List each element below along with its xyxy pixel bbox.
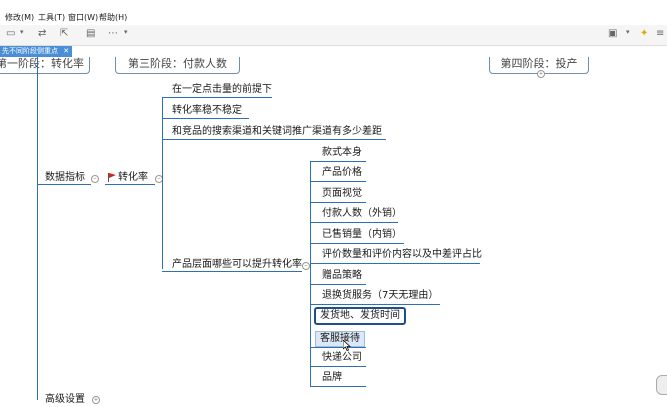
conversion-node[interactable]: 转化率	[118, 171, 148, 185]
item-underline	[310, 161, 366, 162]
item-underline	[310, 386, 366, 387]
product-item[interactable]: 已售销量（内销）	[322, 228, 402, 242]
branch-underline-1	[162, 97, 272, 98]
branch-node-1[interactable]: 在一定点击量的前提下	[172, 83, 272, 97]
conversion-branch-connector	[162, 97, 163, 269]
collapse-toggle-product[interactable]: −	[302, 262, 310, 270]
menu-modify[interactable]: 修改(M)	[5, 12, 34, 23]
branch-node-3[interactable]: 和竞品的搜索渠道和关键词推广渠道有多少差距	[172, 125, 382, 139]
item-underline	[310, 366, 366, 367]
branch-underline-3	[162, 139, 386, 140]
item-underline	[310, 243, 404, 244]
collapse-toggle-stage-3[interactable]: +	[537, 70, 545, 78]
product-item[interactable]: 产品价格	[322, 166, 362, 180]
product-item[interactable]: 品牌	[322, 371, 342, 385]
product-item[interactable]: 退换货服务（7天无理由）	[322, 289, 438, 303]
close-icon[interactable]: ✕	[63, 47, 69, 55]
item-underline	[310, 222, 398, 223]
branch-node-2[interactable]: 转化率稳不稳定	[172, 104, 242, 118]
item-underline	[310, 181, 366, 182]
product-item[interactable]: 评价数量和评价内容以及中差评占比	[322, 248, 482, 262]
document-tab[interactable]: 先不同阶段侧重点 ✕	[0, 46, 72, 57]
more-icon[interactable]: ⋯	[108, 28, 118, 39]
branch-underline-2	[162, 118, 249, 119]
menu-icon[interactable]: ≡	[656, 28, 664, 39]
menu-window[interactable]: 窗口(W)	[68, 12, 98, 23]
product-item[interactable]: 付款人数（外销）	[322, 207, 402, 221]
mindmap-canvas[interactable]: 第一阶段：转化率 第三阶段：付款人数 第四阶段：投产 + 数据指标 − 转化率 …	[0, 57, 667, 405]
dropdown-icon[interactable]: ▾	[20, 28, 24, 36]
refresh-icon[interactable]: ⇄	[38, 28, 46, 39]
tab-label: 先不同阶段侧重点	[2, 47, 58, 55]
conversion-underline	[105, 184, 155, 185]
product-branch-underline	[162, 271, 302, 272]
side-panel-toggle[interactable]	[656, 375, 667, 395]
root-underline	[37, 184, 91, 185]
cursor-icon	[343, 340, 351, 351]
toolbar: ▭ ▾ ⇄ ⇱ ▤ ⋯ ▾ ▣ ▾ ✦ ≡	[0, 25, 667, 46]
item-underline	[310, 202, 366, 203]
root-node[interactable]: 数据指标	[45, 171, 85, 185]
product-item-selected[interactable]: 发货地、发货时间	[314, 307, 406, 325]
product-branch-node[interactable]: 产品层面哪些可以提升转化率	[172, 258, 302, 272]
product-item[interactable]: 快递公司	[322, 351, 362, 365]
export-icon[interactable]: ⇱	[60, 28, 68, 39]
item-underline	[310, 284, 366, 285]
product-item-hovered[interactable]: 客服接待	[315, 331, 365, 347]
collapse-toggle-root[interactable]: −	[91, 175, 99, 183]
product-items-connector	[310, 161, 311, 387]
document-icon[interactable]: ▤	[86, 28, 95, 39]
bottom-node[interactable]: 高级设置	[45, 393, 85, 407]
presentation-icon[interactable]: ▣	[608, 28, 617, 39]
menu-help[interactable]: 帮助(H)	[99, 12, 127, 23]
product-item[interactable]: 页面视觉	[322, 187, 362, 201]
product-item[interactable]: 款式本身	[322, 146, 362, 160]
menu-bar: 修改(M) 工具(T) 窗口(W) 帮助(H)	[0, 0, 667, 25]
stage-node-1[interactable]: 第一阶段：转化率	[0, 57, 90, 74]
collapse-toggle-bottom[interactable]: +	[92, 396, 100, 404]
folder-icon[interactable]: ▭	[6, 28, 15, 39]
flag-icon	[108, 173, 116, 182]
product-item[interactable]: 赠品策略	[322, 269, 362, 283]
item-underline	[310, 263, 480, 264]
vertical-connector	[37, 57, 38, 400]
lightbulb-icon[interactable]: ✦	[640, 28, 648, 39]
menu-tools[interactable]: 工具(T)	[38, 12, 65, 23]
item-underline	[310, 304, 440, 305]
dropdown-icon-3[interactable]: ▾	[626, 28, 630, 36]
item-underline	[310, 347, 366, 348]
stage-node-2[interactable]: 第三阶段：付款人数	[115, 57, 240, 74]
dropdown-icon-2[interactable]: ▾	[124, 28, 128, 36]
